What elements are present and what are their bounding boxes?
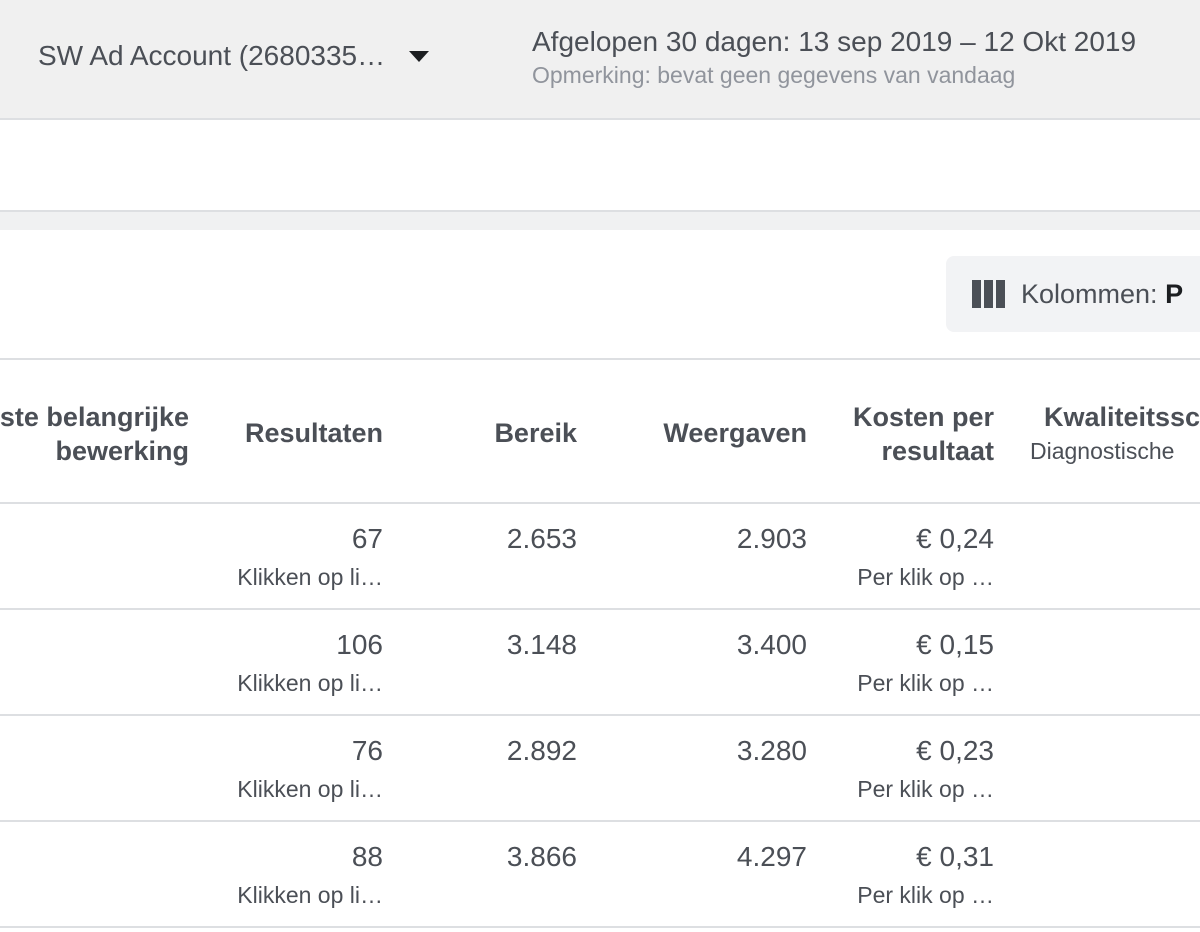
reach-cell: 2.892 <box>506 735 577 766</box>
impressions-cell: 2.903 <box>736 523 807 554</box>
results-cell: 76 Klikken op li… <box>237 735 383 802</box>
results-cell: 88 Klikken op li… <box>237 841 383 908</box>
reach-cell: 3.866 <box>506 841 577 872</box>
table-row[interactable]: 76 Klikken op li… 2.892 3.280 € 0,23 Per… <box>0 716 1200 822</box>
ads-table: ste belangrijke bewerking Resultaten Ber… <box>0 358 1200 928</box>
impressions-cell: 4.297 <box>736 841 807 872</box>
header-reach[interactable]: Bereik <box>494 416 577 450</box>
columns-icon <box>972 280 1005 308</box>
header-quality-ranking[interactable]: Kwaliteitssc Diagnostische <box>1030 400 1200 468</box>
top-bar: SW Ad Account (2680335… Afgelopen 30 dag… <box>0 0 1200 120</box>
results-cell: 106 Klikken op li… <box>237 629 383 696</box>
impressions-cell: 3.280 <box>736 735 807 766</box>
header-most-important-edit[interactable]: ste belangrijke bewerking <box>0 400 189 468</box>
date-range-label: Afgelopen 30 dagen: 13 sep 2019 – 12 Okt… <box>532 26 1137 57</box>
date-range-picker[interactable]: Afgelopen 30 dagen: 13 sep 2019 – 12 Okt… <box>532 24 1136 90</box>
impressions-cell: 3.400 <box>736 629 807 660</box>
columns-label: Kolommen: P <box>1021 278 1184 309</box>
cost-per-result-cell: € 0,31 Per klik op … <box>857 841 994 908</box>
cost-per-result-cell: € 0,24 Per klik op … <box>857 523 994 590</box>
cost-per-result-cell: € 0,15 Per klik op … <box>857 629 994 696</box>
header-cost-per-result[interactable]: Kosten per resultaat <box>853 400 994 468</box>
table-row[interactable]: 67 Klikken op li… 2.653 2.903 € 0,24 Per… <box>0 504 1200 610</box>
results-cell: 67 Klikken op li… <box>237 523 383 590</box>
reach-cell: 2.653 <box>506 523 577 554</box>
date-range-note: Opmerking: bevat geen gegevens van vanda… <box>532 62 1016 88</box>
columns-button[interactable]: Kolommen: P <box>946 256 1200 332</box>
header-impressions[interactable]: Weergaven <box>663 416 807 450</box>
caret-down-icon <box>409 50 430 62</box>
section-divider <box>0 210 1200 230</box>
cost-per-result-cell: € 0,23 Per klik op … <box>857 735 994 802</box>
table-header: ste belangrijke bewerking Resultaten Ber… <box>0 360 1200 504</box>
table-row[interactable]: 88 Klikken op li… 3.866 4.297 € 0,31 Per… <box>0 822 1200 928</box>
columns-preset-value: P <box>1165 278 1184 309</box>
ad-account-name: SW Ad Account (2680335… <box>38 40 386 71</box>
ad-account-selector[interactable]: SW Ad Account (2680335… <box>38 36 430 76</box>
reach-cell: 3.148 <box>506 629 577 660</box>
table-row[interactable]: 106 Klikken op li… 3.148 3.400 € 0,15 Pe… <box>0 610 1200 716</box>
header-results[interactable]: Resultaten <box>245 416 383 450</box>
